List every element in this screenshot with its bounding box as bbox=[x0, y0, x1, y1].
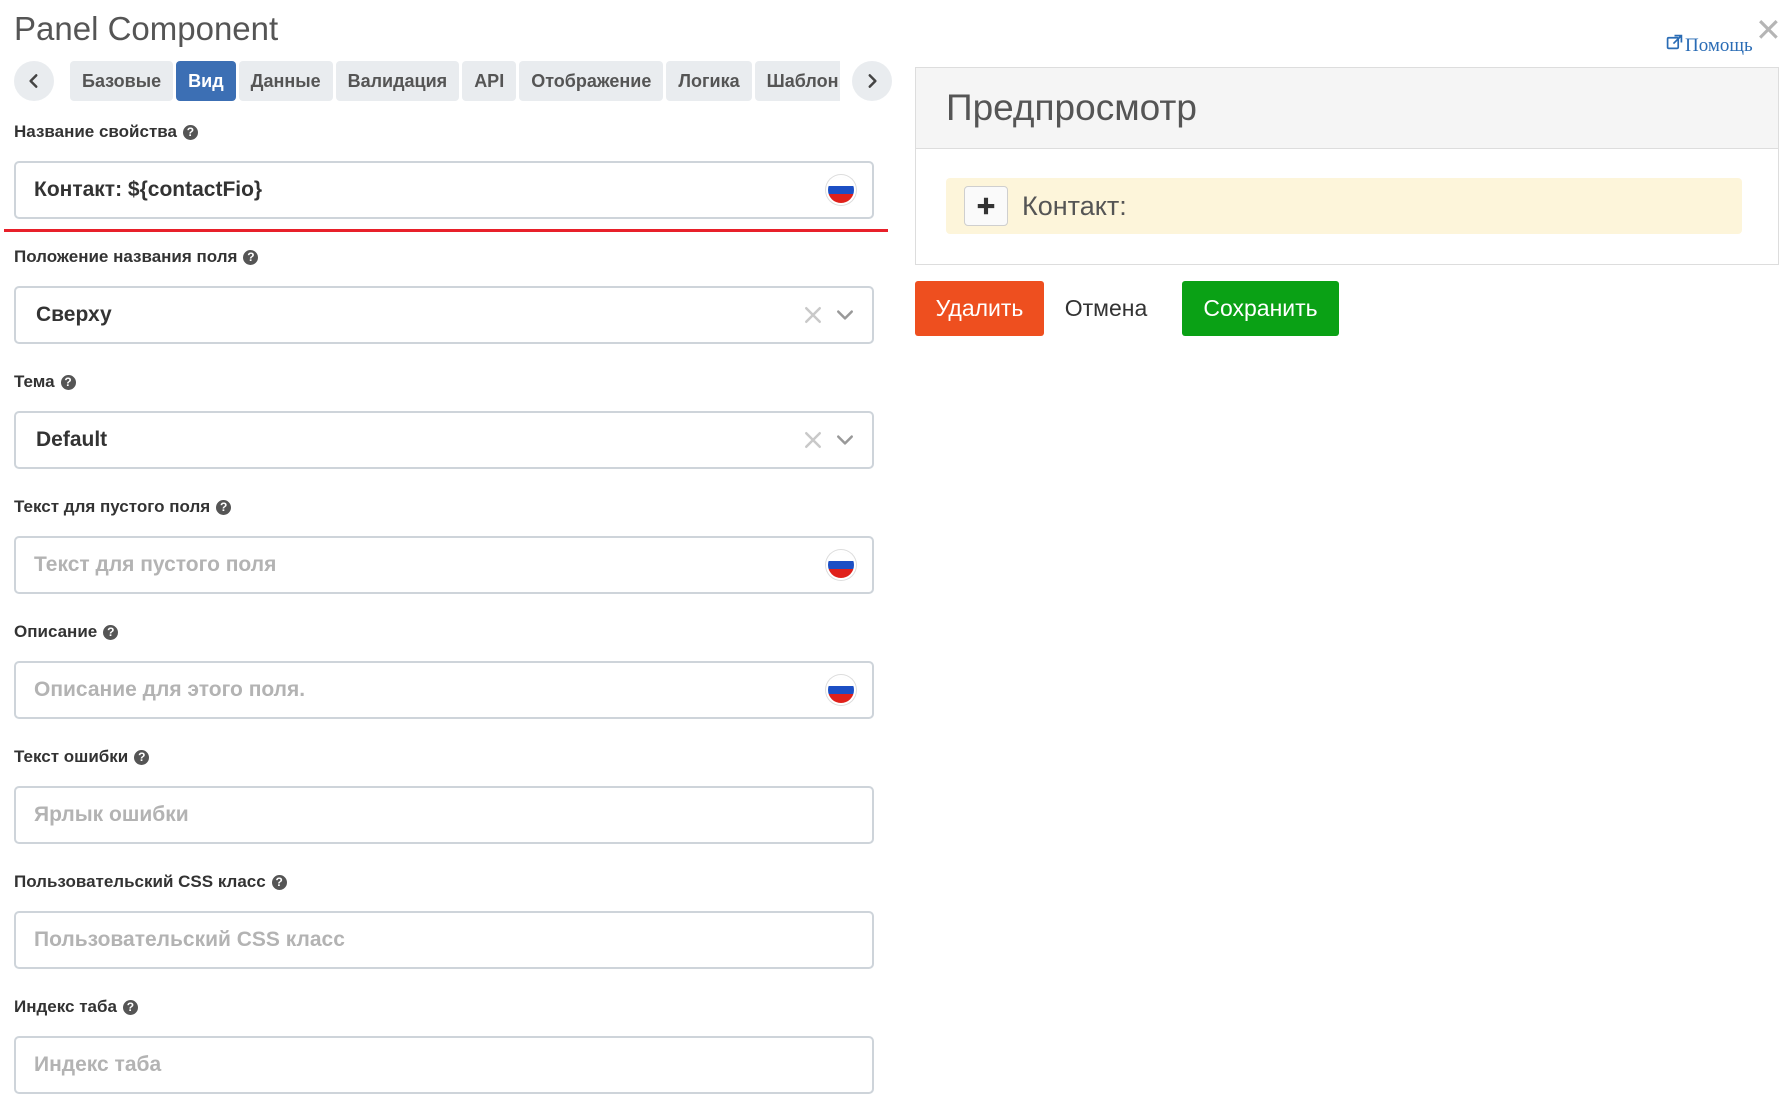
russian-flag-icon[interactable] bbox=[828, 552, 854, 578]
description-field bbox=[14, 661, 874, 719]
chevron-down-icon[interactable] bbox=[836, 431, 854, 449]
tab-basic[interactable]: Базовые bbox=[70, 61, 174, 101]
preview-panel: Контакт: bbox=[946, 178, 1742, 234]
external-link-icon bbox=[1666, 34, 1683, 57]
placeholder-label: Текст для пустого поля ? bbox=[14, 497, 232, 517]
chevron-down-icon[interactable] bbox=[836, 306, 854, 324]
tab-index-input[interactable] bbox=[16, 1038, 872, 1092]
theme-value: Default bbox=[36, 428, 108, 451]
label-position-label: Положение названия поля ? bbox=[14, 247, 259, 267]
page-title: Panel Component bbox=[14, 10, 279, 47]
tab-conditional[interactable]: Отображение bbox=[519, 61, 664, 101]
tab-data[interactable]: Данные bbox=[238, 61, 333, 101]
preview-heading: Предпросмотр bbox=[916, 68, 1778, 149]
plus-icon bbox=[977, 197, 995, 215]
question-circle-icon[interactable]: ? bbox=[271, 874, 287, 890]
tab-api[interactable]: API bbox=[462, 61, 517, 101]
custom-class-input[interactable] bbox=[16, 913, 872, 967]
label-field bbox=[14, 161, 874, 219]
error-label-label: Текст ошибки ? bbox=[14, 747, 150, 767]
description-input[interactable] bbox=[16, 663, 828, 717]
help-link-label: Помощь bbox=[1685, 34, 1753, 56]
question-circle-icon[interactable]: ? bbox=[216, 499, 232, 515]
error-label-input[interactable] bbox=[16, 788, 872, 842]
tabs-bar: Базовые Вид Данные Валидация API Отображ… bbox=[14, 61, 892, 101]
error-label-field bbox=[14, 786, 874, 844]
highlight-underline bbox=[4, 229, 888, 232]
custom-class-label: Пользовательский CSS класс ? bbox=[14, 872, 287, 892]
custom-class-field bbox=[14, 911, 874, 969]
question-circle-icon[interactable]: ? bbox=[103, 624, 119, 640]
close-icon[interactable]: ✕ bbox=[1755, 14, 1782, 46]
label-input[interactable] bbox=[16, 163, 828, 217]
clear-icon[interactable] bbox=[804, 431, 822, 449]
tabs-scroll-area: Базовые Вид Данные Валидация API Отображ… bbox=[70, 61, 840, 101]
cancel-button[interactable]: Отмена bbox=[1044, 281, 1168, 336]
clear-icon[interactable] bbox=[804, 306, 822, 324]
question-circle-icon[interactable]: ? bbox=[134, 749, 150, 765]
question-circle-icon[interactable]: ? bbox=[60, 374, 76, 390]
placeholder-input[interactable] bbox=[16, 538, 828, 592]
russian-flag-icon[interactable] bbox=[828, 177, 854, 203]
question-circle-icon[interactable]: ? bbox=[243, 249, 259, 265]
help-link[interactable]: Помощь bbox=[1666, 34, 1753, 57]
theme-select[interactable]: Default bbox=[14, 411, 874, 469]
tabs-prev-button[interactable] bbox=[14, 61, 54, 101]
theme-label: Тема ? bbox=[14, 372, 76, 392]
tab-template[interactable]: Шаблон bbox=[754, 61, 840, 101]
tab-logic[interactable]: Логика bbox=[666, 61, 752, 101]
tab-validation[interactable]: Валидация bbox=[335, 61, 460, 101]
tabs-next-button[interactable] bbox=[852, 61, 892, 101]
russian-flag-icon[interactable] bbox=[828, 677, 854, 703]
delete-button[interactable]: Удалить bbox=[915, 281, 1044, 336]
preview-card: Предпросмотр Контакт: bbox=[915, 67, 1779, 265]
description-label: Описание ? bbox=[14, 622, 119, 642]
chevron-right-icon bbox=[868, 74, 877, 88]
chevron-left-icon bbox=[29, 74, 38, 88]
tab-index-field bbox=[14, 1036, 874, 1094]
question-circle-icon[interactable]: ? bbox=[182, 124, 198, 140]
label-position-value: Сверху bbox=[36, 303, 112, 326]
label-position-select[interactable]: Сверху bbox=[14, 286, 874, 344]
expand-panel-button[interactable] bbox=[964, 186, 1008, 226]
placeholder-field bbox=[14, 536, 874, 594]
label-field-label: Название свойства ? bbox=[14, 122, 198, 142]
save-button[interactable]: Сохранить bbox=[1182, 281, 1339, 336]
question-circle-icon[interactable]: ? bbox=[122, 999, 138, 1015]
tab-display[interactable]: Вид bbox=[176, 61, 236, 101]
tab-index-label: Индекс таба ? bbox=[14, 997, 138, 1017]
preview-panel-title: Контакт: bbox=[1022, 190, 1127, 221]
